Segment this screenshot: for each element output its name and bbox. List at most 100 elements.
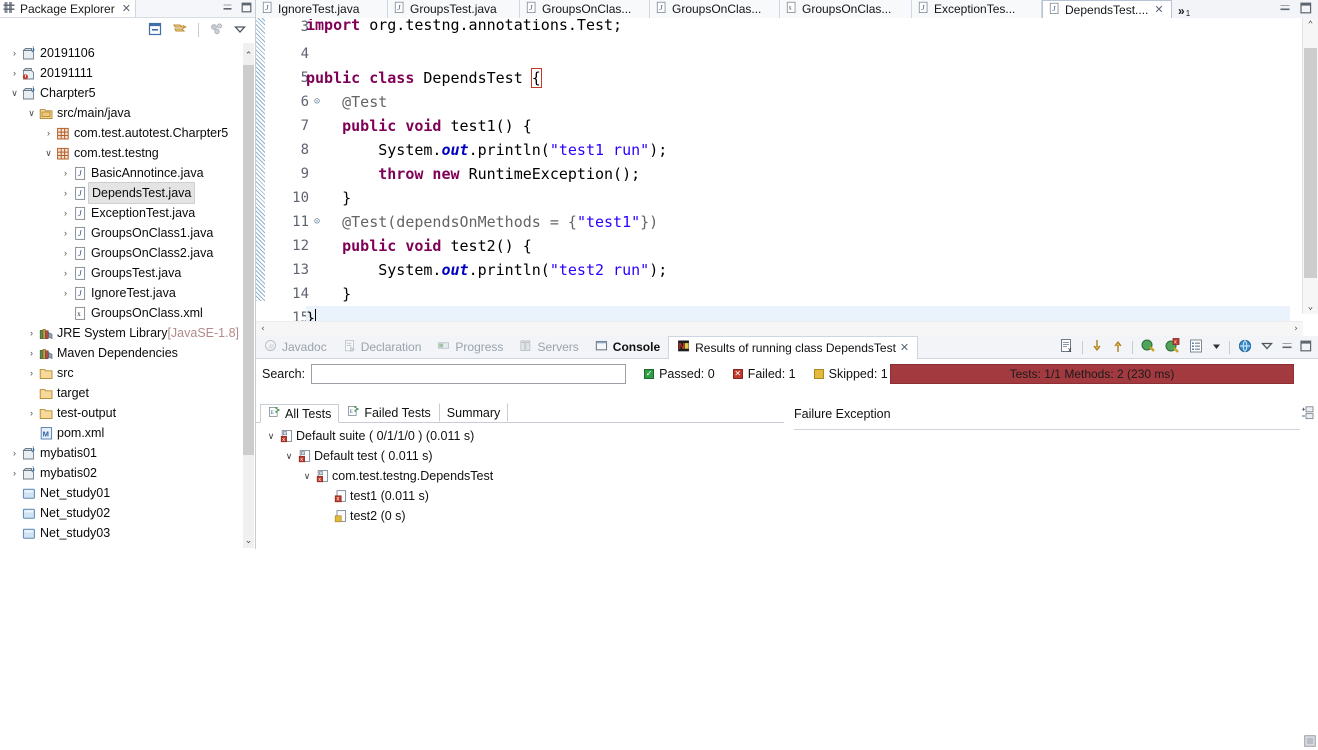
open-log-icon[interactable] [1188, 338, 1204, 357]
view-menu-icon[interactable] [233, 22, 247, 39]
tree-item[interactable]: › J DependsTest.java [0, 182, 255, 204]
tree-item[interactable]: ∨ com.test.testng [0, 143, 255, 163]
tree-item[interactable]: target [0, 383, 255, 403]
chevron-down-icon[interactable]: ∨ [282, 451, 296, 462]
view-menu-icon[interactable] [1260, 339, 1274, 355]
bottom-view-tab[interactable]: Declaration [335, 336, 430, 358]
tree-item[interactable]: Mpom.xml [0, 423, 255, 443]
rerun-failed-icon[interactable]: x [1164, 337, 1181, 357]
chevron-right-icon[interactable]: › [42, 123, 55, 143]
code-line[interactable]: throw new RuntimeException(); [306, 162, 1290, 186]
tree-item[interactable]: x GroupsOnClass.xml [0, 303, 255, 323]
tree-item[interactable]: › Jmybatis02 [0, 463, 255, 483]
minimize-icon[interactable] [1281, 340, 1293, 355]
editor-horizontal-scrollbar[interactable]: ‹ › [256, 321, 1303, 336]
tree-item[interactable]: ∨ J Charpter5 [0, 83, 255, 103]
maximize-icon[interactable] [1300, 2, 1312, 17]
results-tree[interactable]: ∨ x Default suite ( 0/1/1/0 ) (0.011 s) ∨ x D… [256, 423, 784, 526]
results-tab[interactable]: E All Tests [260, 404, 340, 423]
tree-item[interactable]: › J 20191106 [0, 43, 255, 63]
code-editor[interactable]: 3 4 5 6 ⊝ 7 8 9 10 11 ⊝ 12 13 14 15 import org.testng.… [256, 18, 1318, 336]
chevron-right-icon[interactable]: › [59, 203, 72, 223]
tree-item[interactable]: › J IgnoreTest.java [0, 283, 255, 303]
chevron-right-icon[interactable]: › [8, 463, 21, 483]
chevron-down-icon[interactable]: ∨ [264, 431, 278, 442]
chevron-right-icon[interactable]: › [25, 323, 38, 343]
chevron-down-icon[interactable]: ∨ [42, 143, 55, 163]
tree-item[interactable]: › J GroupsTest.java [0, 263, 255, 283]
chevron-right-icon[interactable]: › [8, 443, 21, 463]
chevron-right-icon[interactable]: › [8, 43, 21, 63]
bottom-view-tab[interactable]: N Results of running class DependsTest ✕ [668, 335, 919, 359]
bottom-view-tab[interactable]: Servers [511, 336, 586, 358]
chevron-down-icon[interactable]: ∨ [25, 103, 38, 123]
scroll-up-icon[interactable]: ⌃ [243, 49, 254, 61]
tree-item[interactable]: Net_study01 [0, 483, 255, 503]
code-line[interactable]: public void test2() { [306, 234, 1290, 258]
tree-item[interactable]: › J ExceptionTest.java [0, 203, 255, 223]
code-line[interactable]: public void test1() { [306, 114, 1290, 138]
open-browser-icon[interactable] [1237, 338, 1253, 357]
tree-item[interactable]: ∨ src/main/java [0, 103, 255, 123]
chevron-right-icon[interactable]: › [25, 363, 38, 383]
chevron-right-icon[interactable]: › [25, 403, 38, 423]
results-tree-item[interactable]: ∨ x Default suite ( 0/1/1/0 ) (0.011 s) [256, 426, 784, 446]
editor-tab[interactable]: J GroupsOnClas... [650, 0, 780, 18]
chevron-right-icon[interactable]: › [25, 343, 38, 363]
editor-tab[interactable]: J DependsTest.... ✕ [1042, 0, 1172, 18]
view-menu-filter-icon[interactable] [209, 21, 225, 40]
next-failure-down-icon[interactable] [1090, 338, 1104, 357]
tree-item[interactable]: › Maven Dependencies [0, 343, 255, 363]
editor-vertical-scrollbar[interactable]: ⌃ ⌄ [1302, 18, 1318, 314]
code-line[interactable]: System.out.println("test1 run"); [306, 138, 1290, 162]
maximize-icon[interactable] [1300, 340, 1312, 355]
view-menu-dropdown-icon[interactable] [1211, 340, 1222, 355]
tree-item[interactable]: Net_study02 [0, 503, 255, 523]
close-icon[interactable]: ✕ [900, 341, 909, 354]
chevron-down-icon[interactable]: ∨ [8, 83, 21, 103]
code-line[interactable]: } [306, 186, 1290, 210]
editor-tab[interactable]: J IgnoreTest.java [256, 0, 388, 18]
editor-tab[interactable]: x GroupsOnClas... [780, 0, 912, 18]
code-line[interactable]: } [306, 282, 1290, 306]
minimize-icon[interactable] [1279, 2, 1291, 17]
link-with-editor-icon[interactable] [172, 21, 188, 40]
results-tree-item[interactable]: ∨ x com.test.testng.DependsTest [256, 466, 784, 486]
chevron-right-icon[interactable]: › [59, 263, 72, 283]
chevron-right-icon[interactable]: › [59, 183, 72, 203]
editor-tab[interactable]: J GroupsTest.java [388, 0, 520, 18]
tree-item[interactable]: › com.test.autotest.Charpter5 [0, 123, 255, 143]
tree-item[interactable]: › Jmybatis01 [0, 443, 255, 463]
chevron-down-icon[interactable]: ∨ [300, 471, 314, 482]
results-tab[interactable]: E Failed Tests [339, 403, 438, 422]
scrollbar-thumb[interactable] [1304, 48, 1317, 278]
editor-tab[interactable]: J GroupsOnClas... [520, 0, 650, 18]
rerun-icon[interactable] [1140, 338, 1157, 357]
report-icon[interactable]: x [1059, 338, 1075, 357]
tree-item[interactable]: › 20191111 [0, 63, 255, 83]
tree-item[interactable]: › test-output [0, 403, 255, 423]
editor-tab-overflow[interactable]: » 1 [1172, 4, 1196, 18]
compare-icon[interactable] [1301, 406, 1315, 423]
chevron-right-icon[interactable]: › [59, 283, 72, 303]
chevron-right-icon[interactable]: › [59, 223, 72, 243]
results-tree-item[interactable]: test2 (0 s) [256, 506, 784, 526]
scroll-right-icon[interactable]: › [1289, 322, 1303, 336]
results-tab[interactable]: Summary [438, 403, 509, 422]
tree-item[interactable]: › src [0, 363, 255, 383]
scroll-up-icon[interactable]: ⌃ [1303, 18, 1318, 32]
chevron-right-icon[interactable]: › [59, 243, 72, 263]
project-tree[interactable]: › J 20191106 › 20191111 ∨ J Charpter5 ∨ src/main/… [0, 42, 255, 549]
code-line[interactable]: import org.testng.annotations.Test; [306, 19, 1290, 42]
tree-item[interactable]: › J GroupsOnClass2.java [0, 243, 255, 263]
tree-item[interactable]: Net_study03 [0, 523, 255, 543]
close-icon[interactable]: ✕ [1154, 3, 1163, 16]
scroll-left-icon[interactable]: ‹ [256, 322, 270, 336]
close-icon[interactable]: ✕ [122, 2, 131, 15]
code-line[interactable]: @Test [306, 90, 1290, 114]
code-text[interactable]: import org.testng.annotations.Test; publi… [302, 18, 1290, 337]
code-line[interactable]: @Test(dependsOnMethods = {"test1"}) [306, 210, 1290, 234]
tree-item[interactable]: › J GroupsOnClass1.java [0, 223, 255, 243]
minimize-icon[interactable] [221, 1, 234, 14]
code-line[interactable]: public class DependsTest { [306, 66, 1290, 90]
